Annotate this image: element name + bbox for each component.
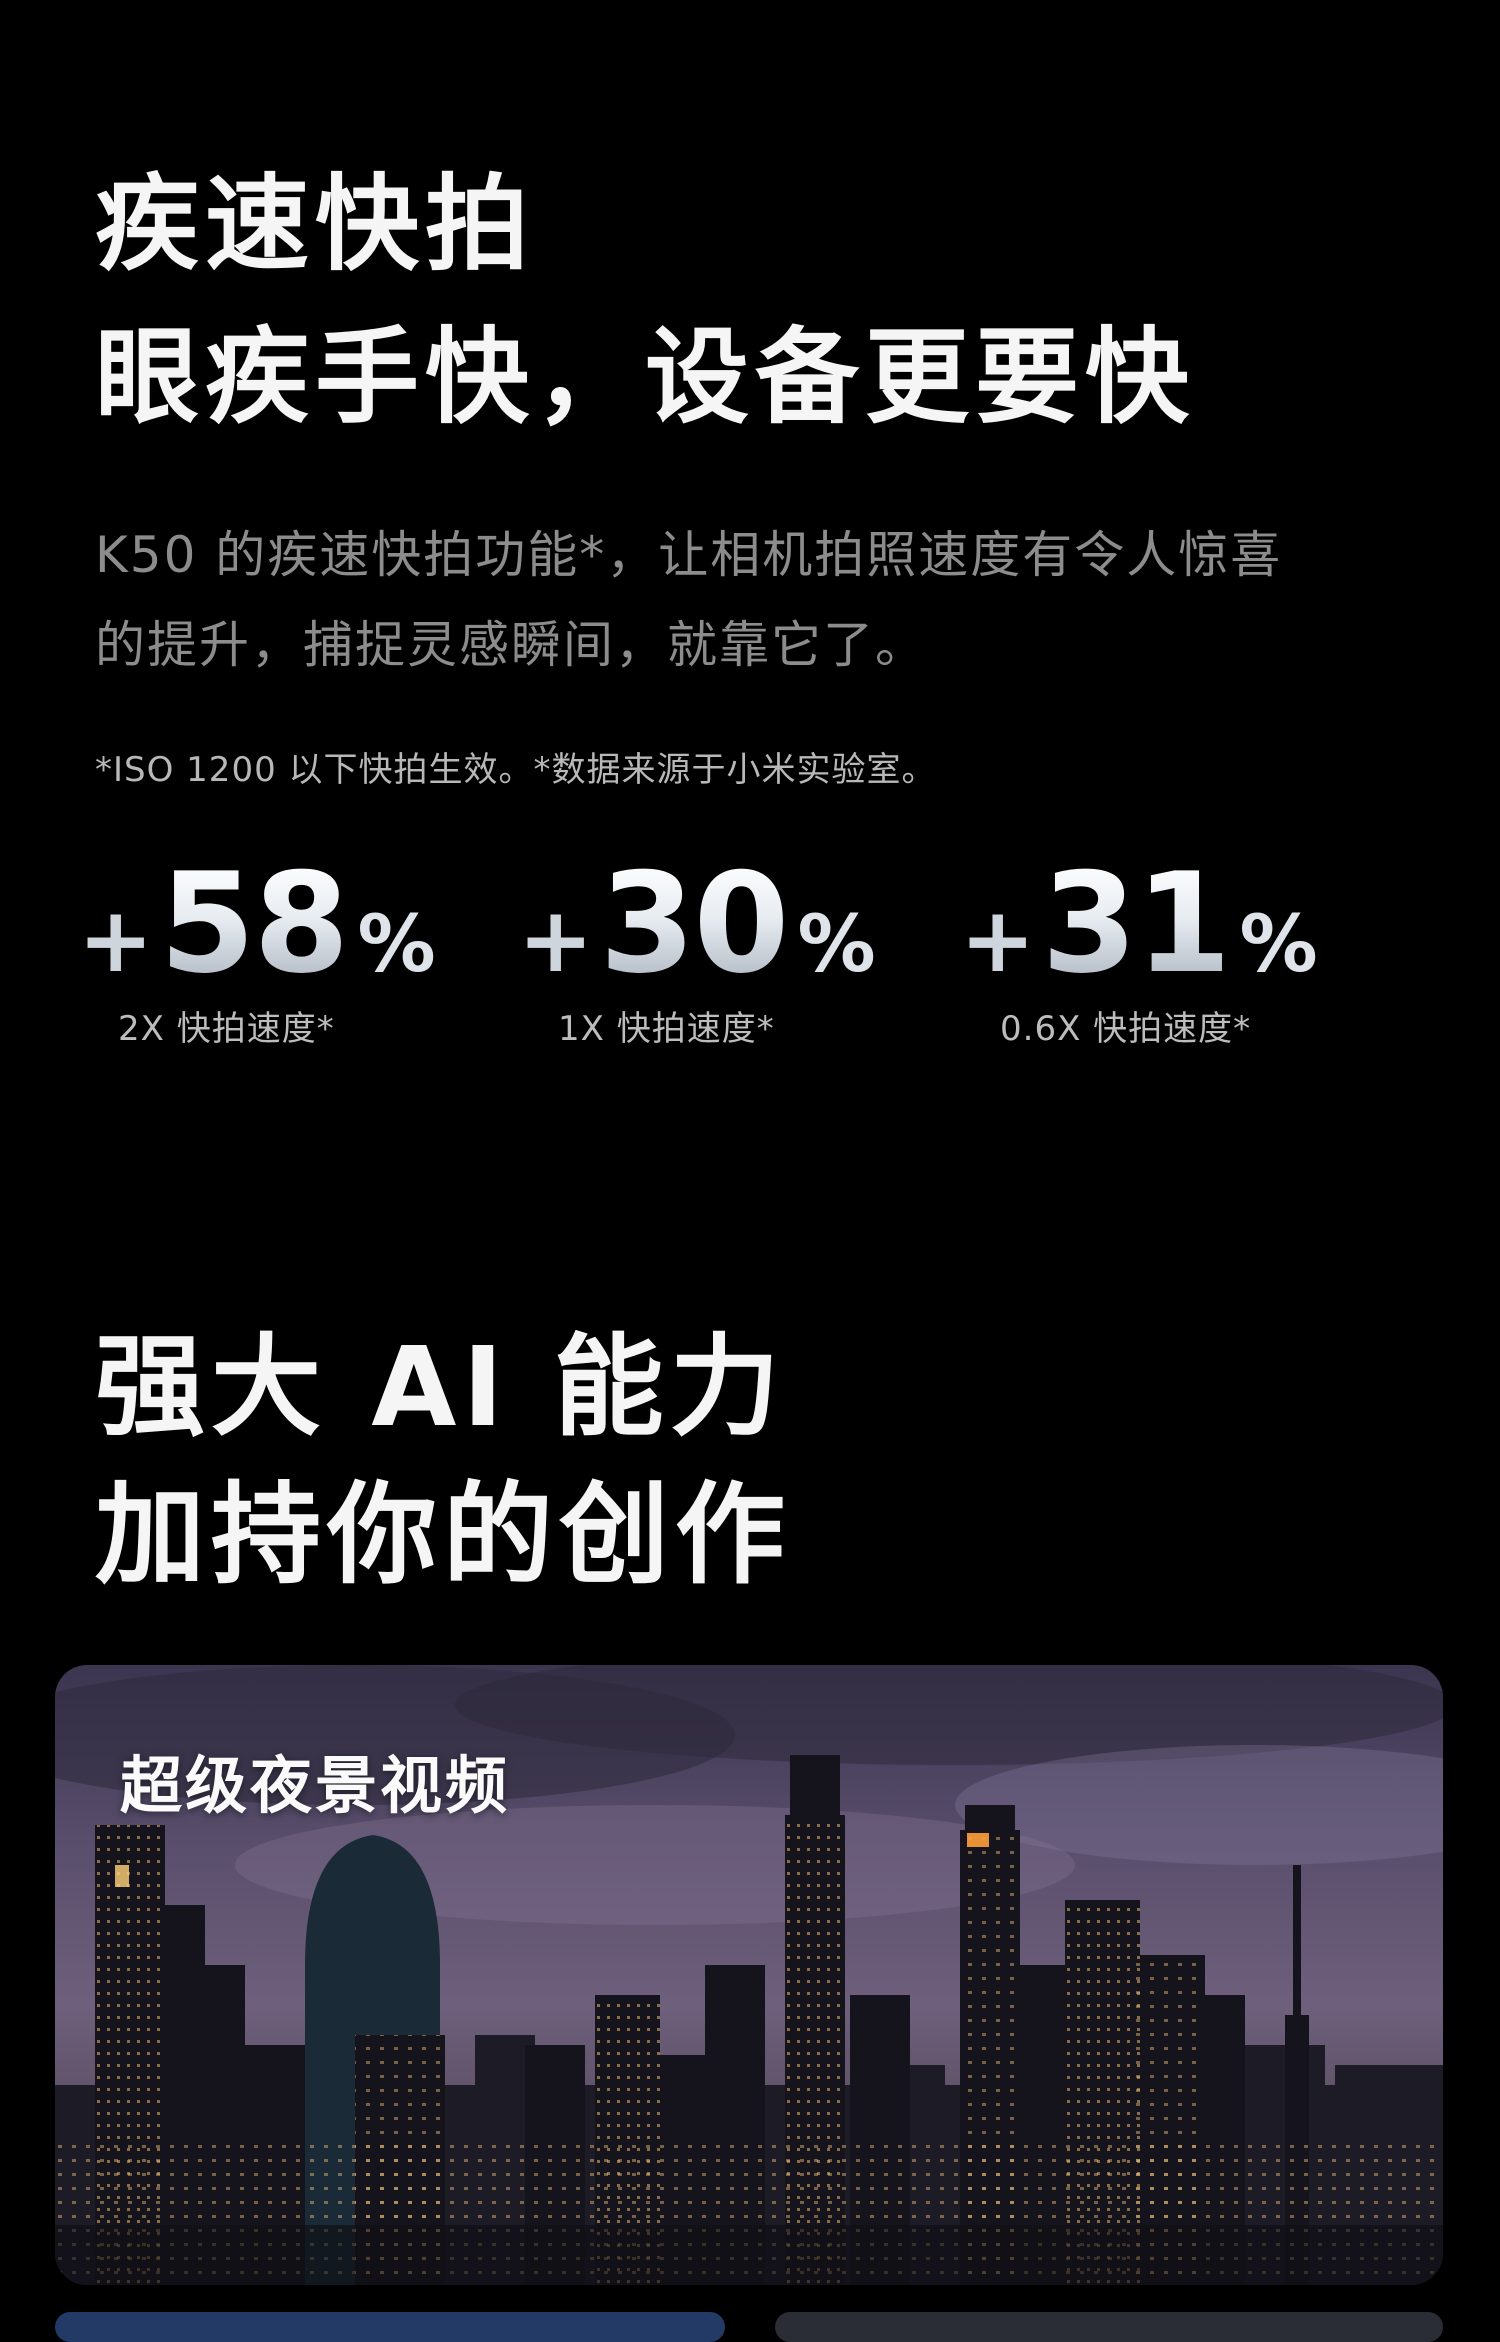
stat-plus: + — [960, 888, 1036, 993]
stat-1x: + 30 % 1X 快拍速度* — [518, 855, 898, 1050]
section-title-line-1: 疾速快拍 — [95, 163, 536, 285]
stat-value: 30 — [599, 843, 789, 1004]
ai-title-line-1: 强大 AI 能力 — [95, 1323, 786, 1451]
night-video-card[interactable]: 超级夜景视频 — [55, 1665, 1443, 2285]
stat-unit: % — [357, 900, 436, 990]
stat-unit: % — [797, 900, 876, 990]
stat-label: 0.6X 快拍速度* — [1000, 1009, 1252, 1049]
next-card-right-peek[interactable] — [775, 2312, 1443, 2342]
stat-plus: + — [518, 888, 594, 993]
section-title-line-2: 眼疾手快，设备更要快 — [95, 316, 1196, 438]
description-line-2: 的提升，捕捉灵感瞬间，就靠它了。 — [95, 616, 927, 674]
stat-value: 31 — [1041, 843, 1231, 1004]
next-card-left-peek[interactable] — [55, 2312, 725, 2342]
description-line-1: K50 的疾速快拍功能*，让相机拍照速度有令人惊喜 — [95, 526, 1283, 584]
footnote: *ISO 1200 以下快拍生效。*数据来源于小米实验室。 — [95, 750, 937, 790]
stat-unit: % — [1239, 900, 1318, 990]
stat-label: 2X 快拍速度* — [118, 1009, 335, 1049]
stat-label: 1X 快拍速度* — [558, 1009, 775, 1049]
stat-plus: + — [78, 888, 154, 993]
stat-value: 58 — [159, 843, 349, 1004]
stat-2x: + 58 % 2X 快拍速度* — [78, 855, 458, 1050]
stat-0-6x: + 31 % 0.6X 快拍速度* — [960, 855, 1340, 1050]
card-label: 超级夜景视频 — [120, 1749, 511, 1822]
ai-title-line-2: 加持你的创作 — [95, 1471, 791, 1599]
